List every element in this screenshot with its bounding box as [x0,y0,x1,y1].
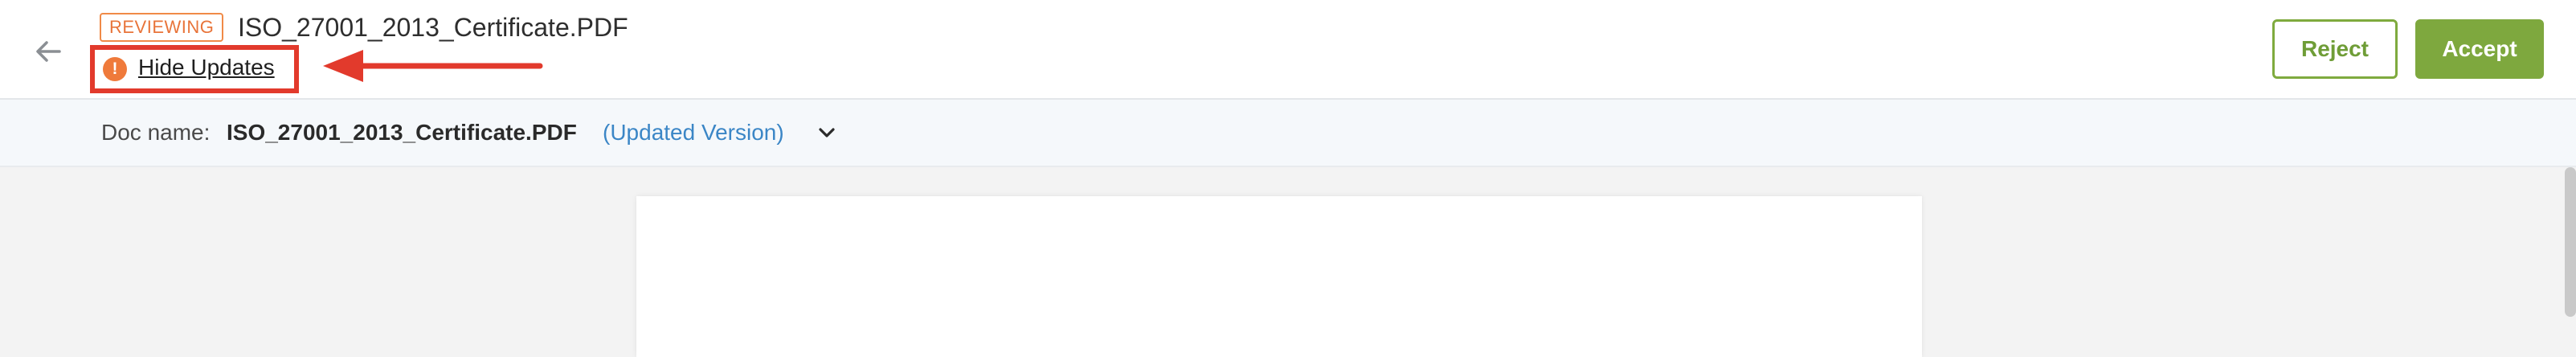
document-viewer [0,167,2576,357]
doc-name-label: Doc name: [101,120,211,145]
reject-button[interactable]: Reject [2272,19,2398,79]
doc-name-bar: Doc name: ISO_27001_2013_Certificate.PDF… [0,100,2576,167]
top-header: REVIEWING ISO_27001_2013_Certificate.PDF… [0,0,2576,100]
doc-name-value: ISO_27001_2013_Certificate.PDF [227,120,577,145]
version-dropdown-toggle[interactable] [815,119,839,146]
hide-updates-link[interactable]: Hide Updates [138,51,275,84]
status-badge: REVIEWING [100,13,224,42]
viewer-scrollbar[interactable] [2565,167,2576,317]
chevron-down-icon [819,128,835,137]
document-page [636,196,1922,357]
arrow-left-icon [36,41,61,62]
accept-button[interactable]: Accept [2415,19,2544,79]
red-arrow-annotation [323,50,543,82]
doc-version-selector[interactable]: (Updated Version) [603,117,784,148]
page-title: ISO_27001_2013_Certificate.PDF [238,13,628,42]
back-button[interactable] [24,27,72,76]
alert-circle-icon: ! [103,57,127,81]
